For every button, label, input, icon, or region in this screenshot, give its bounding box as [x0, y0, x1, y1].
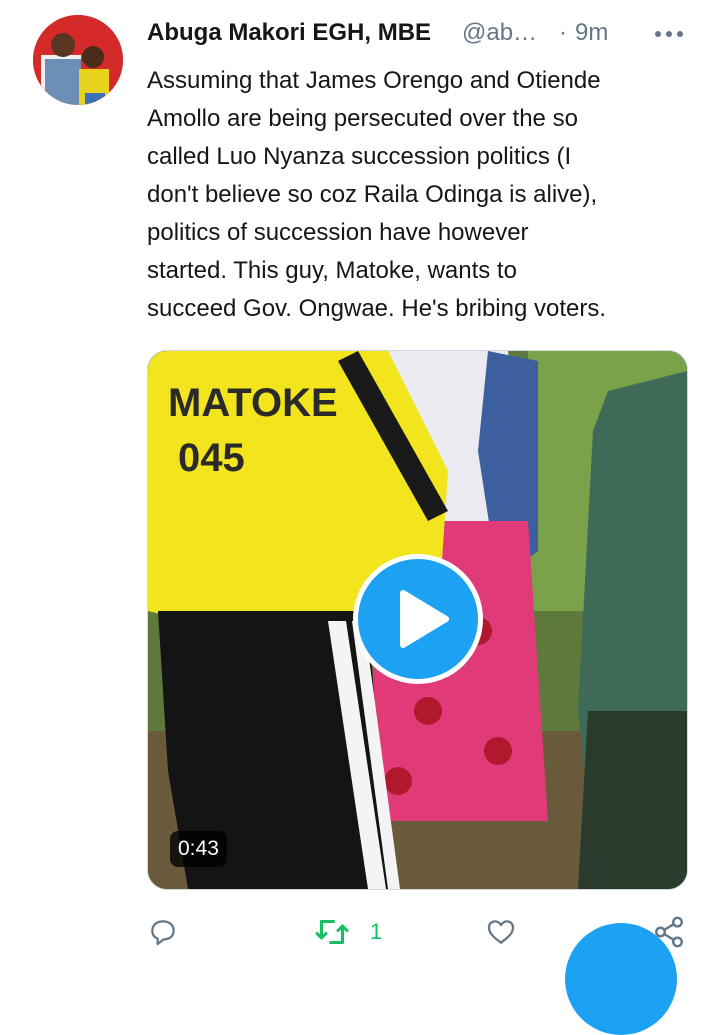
author-handle[interactable]: @ab…	[462, 19, 537, 47]
retweet-button[interactable]: 1	[314, 912, 382, 952]
separator-dot: ·	[559, 19, 567, 46]
shirt-text-line2: 045	[178, 436, 245, 480]
play-icon	[400, 590, 449, 648]
more-options-icon[interactable]	[654, 27, 684, 41]
tweet-timestamp[interactable]: 9m	[575, 19, 608, 47]
video-player[interactable]: MATOKE 045 0:43	[147, 350, 688, 890]
shirt-text-line1: MATOKE	[168, 381, 338, 425]
reply-button[interactable]	[147, 912, 179, 952]
retweet-icon	[315, 920, 349, 944]
play-button[interactable]	[353, 554, 483, 684]
retweet-count: 1	[370, 919, 383, 944]
tweet-text: Assuming that James Orengo and Otiende A…	[147, 67, 607, 322]
compose-tweet-button[interactable]	[565, 923, 677, 1035]
reply-icon	[151, 920, 175, 946]
video-duration: 0:43	[170, 831, 227, 867]
heart-icon	[487, 920, 515, 944]
author-name[interactable]: Abuga Makori EGH, MBE	[147, 19, 431, 47]
tweet-header: Abuga Makori EGH, MBE @ab… · 9m	[147, 19, 710, 53]
like-button[interactable]	[485, 912, 517, 952]
author-avatar[interactable]	[33, 15, 123, 105]
